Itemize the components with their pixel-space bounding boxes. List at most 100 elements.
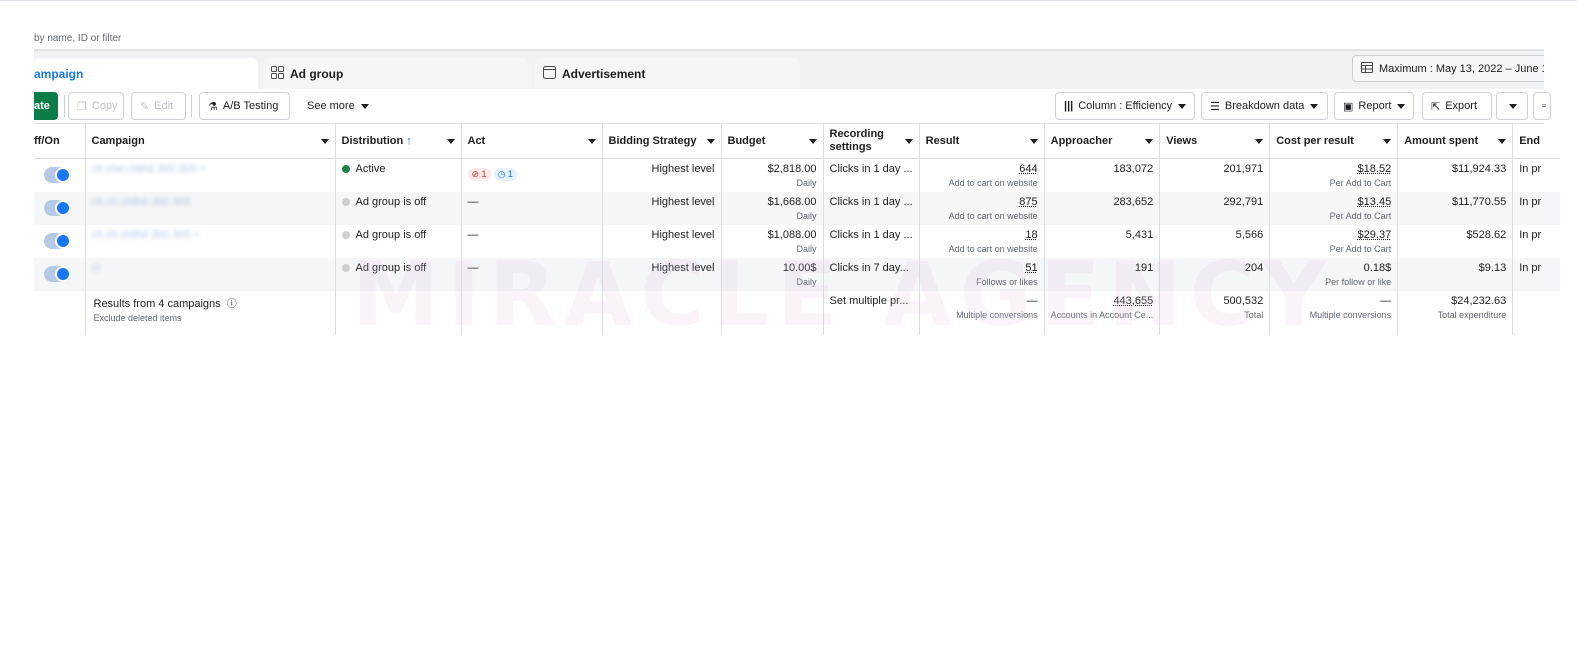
table-row[interactable]: ct Ad group is off — Highest level 10.00… [34,257,1560,291]
table-row[interactable]: ch chd chthd 300 305 + Active ⊘ 1 ◷ 1 Hig… [34,158,1560,192]
columns-button[interactable]: ||| Column : Efficiency [1055,92,1195,120]
distribution-status: Active [355,162,386,175]
table-header-row: ff/On Campaign Distribution ↑ Act Biddin… [34,124,1560,159]
col-recording-settings[interactable]: Recording settings [823,124,920,159]
col-distribution[interactable]: Distribution ↑ [335,124,462,159]
col-end[interactable]: End [1512,124,1560,159]
col-result[interactable]: Result [919,124,1045,159]
sort-icon [706,139,715,144]
campaign-name[interactable]: ch chd chthd 300 305 + [92,163,207,175]
amount-spent-value: $9.13 [1478,261,1507,274]
views-value: 204 [1244,261,1264,274]
end-value: In pr [1519,195,1542,208]
recording-setting: Clicks in 1 day ... [829,162,913,175]
amount-spent-value: $11,770.55 [1451,195,1507,208]
more-options-dropdown[interactable] [1496,92,1528,120]
copy-button[interactable]: ❐ Copy [68,92,124,120]
table-row[interactable]: ch ch chthd 300 305 + Ad group is off — … [34,224,1560,258]
info-badge[interactable]: ◷ 1 [493,167,517,181]
error-badge[interactable]: ⊘ 1 [467,167,491,181]
col-amount-spent[interactable]: Amount spent [1397,124,1514,159]
tab-advertisement-label: Advertisement [562,66,646,81]
date-range-picker[interactable]: Maximum : May 13, 2022 – June 13, [1352,55,1544,82]
views-value: 5,566 [1235,228,1264,241]
cost-per-result-type: Per Add to Cart [1329,177,1392,188]
ab-testing-button[interactable]: ⚗ A/B Testing [199,92,290,120]
toggle-knob [55,232,71,249]
search-placeholder: by name, ID or filter [34,33,122,44]
see-more-button[interactable]: See more [299,92,371,120]
tab-campaign[interactable]: ampaign [34,58,258,89]
settings-icon: ▫ [1542,100,1546,112]
off-status-icon [341,197,350,206]
toolbar-divider [191,95,192,117]
campaign-name[interactable]: ct [92,262,101,274]
col-views[interactable]: Views [1159,124,1271,159]
summary-approacher-type: Accounts in Account Ce... [1050,309,1154,320]
export-button[interactable]: ⇱ Export [1422,92,1492,120]
summary-title: Results from 4 campaigns [93,297,221,310]
budget-value[interactable]: 10.00$ [728,262,817,274]
tab-campaign-label: ampaign [34,66,84,81]
campaign-toggle[interactable] [44,199,71,216]
sort-icon [320,139,329,144]
report-icon: ▣ [1343,100,1354,113]
see-more-label: See more [307,100,355,112]
flask-icon: ⚗ [208,100,218,113]
level-tabs: ampaign Ad group Advertisement Maximum :… [34,51,1544,89]
create-button[interactable]: ate [34,92,58,120]
campaign-toggle[interactable] [44,232,71,249]
col-campaign[interactable]: Campaign [85,124,336,159]
ab-testing-label: A/B Testing [222,100,279,112]
summary-views: 500,532 [1223,294,1264,307]
result-value: 875 [1019,195,1038,208]
end-value: In pr [1519,162,1542,175]
info-icon[interactable]: ⓘ [227,299,237,310]
search-filter-bar[interactable]: by name, ID or filter [34,27,1544,51]
col-bidding-strategy[interactable]: Bidding Strategy [602,124,722,159]
budget-value[interactable]: $1,668.00 [728,196,817,208]
edit-button-label: Edit [154,100,174,112]
distribution-status: Ad group is off [355,195,427,208]
col-approacher[interactable]: Approacher [1044,124,1161,159]
result-type: Add to cart on website [948,210,1038,221]
recording-setting: Clicks in 1 day ... [829,195,913,208]
tab-advertisement[interactable]: Advertisement [535,58,800,89]
report-button[interactable]: ▣ Report [1334,92,1414,120]
settings-button[interactable]: ▫ [1533,92,1551,120]
calendar-icon [1361,61,1373,76]
col-cost-per-result[interactable]: Cost per result [1269,124,1399,159]
breakdown-button[interactable]: ☰ Breakdown data [1201,92,1328,120]
act-value: — [467,195,479,208]
edit-button[interactable]: ✎ Edit [131,92,186,120]
col-on-off[interactable]: ff/On [34,124,86,159]
export-icon: ⇱ [1431,100,1441,113]
budget-period: Daily [796,243,817,254]
budget-period: Daily [796,210,817,221]
chevron-down-icon [1310,103,1319,109]
act-value: — [467,261,479,274]
campaign-name[interactable]: ch ch chthd 300 305 [92,196,191,208]
result-value: 644 [1019,162,1038,175]
campaign-toggle[interactable] [44,265,71,282]
tab-ad-group[interactable]: Ad group [263,58,528,89]
approacher-value: 191 [1134,261,1154,274]
cost-per-result-value: $29.37 [1357,228,1392,241]
summary-spent: $24,232.63 [1451,294,1507,307]
cost-per-result-type: Per Add to Cart [1329,210,1392,221]
table-row[interactable]: ch ch chthd 300 305 Ad group is off — Hi… [34,191,1560,225]
summary-result-type: Multiple conversions [956,309,1038,320]
views-value: 292,791 [1223,195,1264,208]
col-act[interactable]: Act [461,124,603,159]
budget-value[interactable]: $2,818.00 [728,163,817,175]
campaign-toggle[interactable] [44,166,71,183]
sort-icon [587,139,596,144]
result-type: Add to cart on website [948,243,1038,254]
result-value: 51 [1025,261,1038,274]
col-budget[interactable]: Budget [721,124,824,159]
recording-setting: Clicks in 1 day ... [829,228,913,241]
campaign-name[interactable]: ch ch chthd 300 305 + [92,229,201,241]
budget-value[interactable]: $1,088.00 [728,229,817,241]
recording-setting: Clicks in 7 day... [829,261,909,274]
sort-icon [1255,139,1264,144]
